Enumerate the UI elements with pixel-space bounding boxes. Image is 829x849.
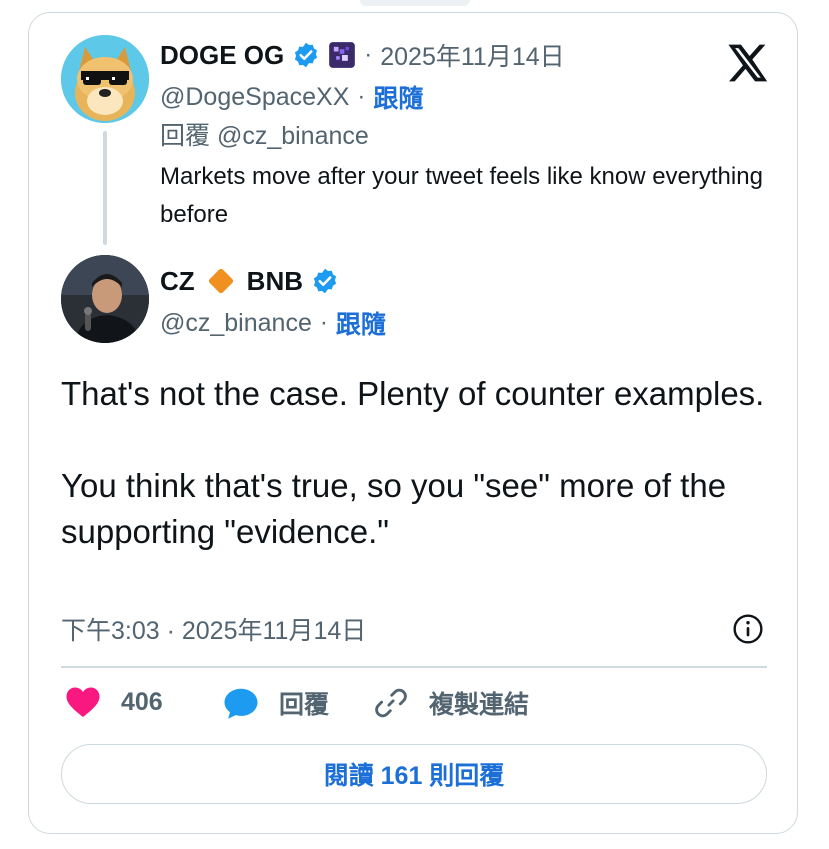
verified-badge-icon bbox=[295, 42, 318, 68]
like-count: 406 bbox=[121, 687, 163, 716]
info-icon[interactable] bbox=[732, 613, 764, 645]
parent-handle[interactable]: @DogeSpaceXX bbox=[160, 83, 349, 112]
reply-label: 回覆 bbox=[279, 691, 330, 719]
heart-icon bbox=[66, 687, 100, 717]
parent-timestamp[interactable]: 2025年11月14日 bbox=[380, 37, 564, 73]
parent-handle-row: @DogeSpaceXX · 跟隨 bbox=[160, 79, 423, 115]
divider bbox=[61, 666, 767, 668]
main-display-name-part1[interactable]: CZ bbox=[160, 266, 195, 297]
avatar-doge-og[interactable] bbox=[61, 35, 149, 123]
parent-display-name[interactable]: DOGE OG bbox=[160, 40, 284, 71]
separator-dot: · bbox=[319, 309, 328, 336]
read-replies-label: 閱讀 161 則回覆 bbox=[323, 762, 505, 790]
copy-link-label: 複製連結 bbox=[429, 691, 530, 719]
reply-bubble-icon bbox=[224, 688, 258, 719]
cz-avatar-image bbox=[61, 255, 149, 343]
main-tweet-timestamp[interactable]: 下午3:03 · 2025年11月14日 bbox=[61, 611, 366, 647]
avatar-cz[interactable] bbox=[61, 255, 149, 343]
follow-doge-button[interactable]: 跟隨 bbox=[373, 79, 423, 115]
follow-cz-button[interactable]: 跟隨 bbox=[336, 305, 386, 341]
tweet-embed-card: DOGE OG · 2025年11月14日 @DogeSpaceXX · 跟隨 … bbox=[28, 12, 798, 834]
main-display-name-part2[interactable]: BNB bbox=[247, 266, 303, 297]
main-name-row: CZ BNB bbox=[160, 265, 339, 297]
main-tweet-text: That's not the case. Plenty of counter e… bbox=[61, 375, 765, 550]
separator-dot: · bbox=[357, 83, 366, 110]
link-icon bbox=[375, 688, 407, 718]
parent-name-row: DOGE OG · 2025年11月14日 bbox=[160, 37, 565, 73]
thread-connector-line bbox=[103, 131, 107, 245]
bnb-diamond-icon bbox=[208, 268, 233, 294]
doge-avatar-image bbox=[61, 35, 149, 123]
affiliate-badge-icon bbox=[329, 42, 356, 68]
like-button[interactable]: 406 bbox=[65, 685, 163, 719]
verified-badge-icon bbox=[313, 268, 337, 294]
top-edge-shadow bbox=[360, 0, 470, 6]
read-replies-button[interactable]: 閱讀 161 則回覆 bbox=[61, 744, 767, 804]
main-handle-row: @cz_binance · 跟隨 bbox=[160, 305, 386, 341]
main-handle[interactable]: @cz_binance bbox=[160, 309, 312, 338]
reply-to-label[interactable]: 回覆 @cz_binance bbox=[160, 116, 369, 152]
x-logo-icon[interactable] bbox=[725, 41, 769, 85]
parent-tweet-text: Markets move after your tweet feels like… bbox=[160, 163, 763, 228]
separator-dot: · bbox=[364, 41, 373, 68]
reply-button[interactable]: 回覆 bbox=[223, 685, 329, 721]
copy-link-button[interactable]: 複製連結 bbox=[373, 685, 529, 721]
